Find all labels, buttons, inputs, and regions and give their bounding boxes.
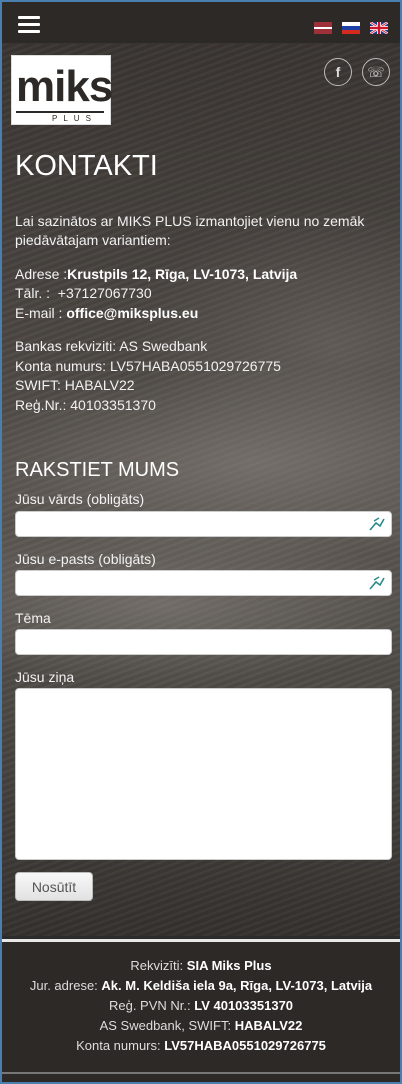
language-switcher	[314, 22, 388, 34]
facebook-icon[interactable]: f	[324, 58, 352, 86]
footer-account: Konta numurs: LV57HABA0551029726775	[76, 1038, 326, 1053]
latvia-flag-icon[interactable]	[314, 22, 332, 34]
footer-address: Jur. adrese: Ak. M. Keldiša iela 9a, Rīg…	[29, 978, 373, 993]
social-links: f ☏	[324, 58, 390, 86]
swift-line: SWIFT: HABALV22	[15, 377, 135, 393]
draugiem-icon[interactable]: ☏	[362, 58, 390, 86]
page-title: KONTAKTI	[15, 150, 158, 182]
subject-label: Tēma	[15, 610, 51, 626]
phone-line: Tālr. : +37127067730	[15, 285, 152, 301]
name-label: Jūsu vārds (obligāts)	[15, 491, 145, 507]
logo-sub: PLUS	[52, 114, 97, 123]
top-bar	[2, 2, 400, 44]
autofill-icon[interactable]	[369, 576, 385, 590]
autofill-icon[interactable]	[369, 517, 385, 531]
miks-plus-logo[interactable]: miks PLUS	[11, 55, 113, 125]
footer-pvn: Reģ. PVN Nr.: LV 40103351370	[108, 998, 294, 1013]
menu-icon[interactable]	[18, 16, 40, 34]
subject-input[interactable]	[15, 629, 392, 655]
email-label: Jūsu e-pasts (obligāts)	[15, 551, 156, 567]
footer-rekviziti: Rekvizīti: SIA Miks Plus	[130, 958, 272, 973]
form-title: RAKSTIET MUMS	[15, 459, 180, 481]
russia-flag-icon[interactable]	[342, 22, 360, 34]
address-line: Adrese :Krustpils 12, Rīga, LV-1073, Lat…	[15, 266, 298, 282]
logo-brand: miks	[16, 62, 113, 111]
page-frame: miks PLUS f ☏ KONTAKTI Lai sazinātos ar …	[0, 0, 402, 1084]
email-link[interactable]: office@miksplus.eu	[66, 305, 198, 321]
footer-divider	[2, 1072, 400, 1074]
message-label: Jūsu ziņa	[15, 669, 75, 685]
message-textarea[interactable]	[15, 688, 392, 860]
footer: Rekvizīti: SIA Miks Plus Jur. adrese: Ak…	[2, 939, 400, 1082]
email-input[interactable]	[15, 570, 392, 596]
name-input[interactable]	[15, 511, 392, 537]
bank-line: Bankas rekviziti: AS Swedbank	[15, 338, 208, 354]
account-line: Konta numurs: LV57HABA0551029726775	[15, 358, 281, 374]
uk-flag-icon[interactable]	[370, 22, 388, 34]
reg-line: Reģ.Nr.: 40103351370	[15, 397, 156, 413]
submit-button[interactable]: Nosūtīt	[15, 872, 93, 901]
footer-bank: AS Swedbank, SWIFT: HABALV22	[99, 1018, 303, 1033]
intro-text: Lai sazinātos ar MIKS PLUS izmantojiet v…	[15, 213, 365, 248]
email-line: E-mail : office@miksplus.eu	[15, 305, 199, 321]
main-content: miks PLUS f ☏ KONTAKTI Lai sazinātos ar …	[2, 44, 400, 936]
